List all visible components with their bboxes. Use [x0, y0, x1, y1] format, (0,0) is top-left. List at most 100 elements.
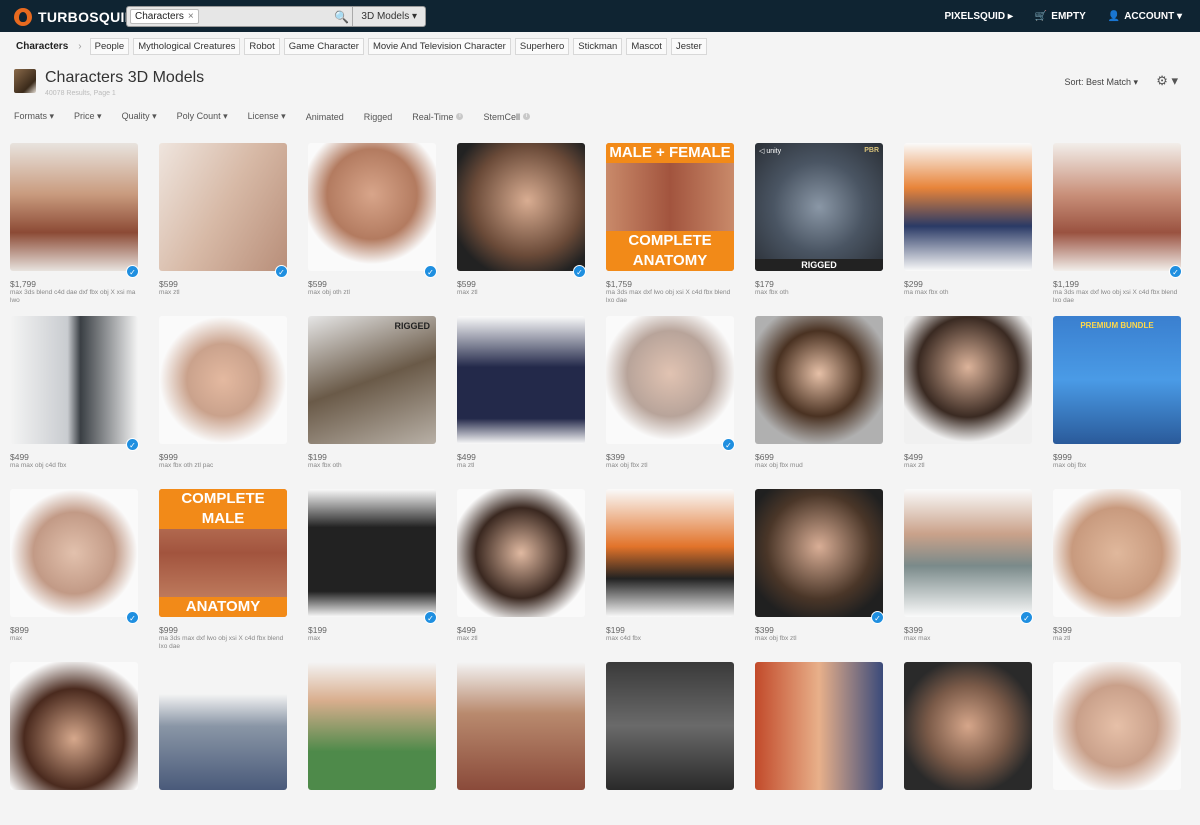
- product-thumbnail[interactable]: [606, 316, 734, 444]
- info-icon[interactable]: i: [456, 113, 464, 120]
- related-tag-stickman[interactable]: Stickman: [573, 37, 623, 55]
- account-menu[interactable]: 👤 ACCOUNT ▾: [1108, 11, 1182, 22]
- filter-animated[interactable]: Animated: [306, 111, 344, 122]
- product-thumbnail[interactable]: [10, 143, 138, 271]
- product-thumbnail[interactable]: [606, 662, 734, 790]
- product-card[interactable]: [596, 653, 744, 825]
- product-thumbnail[interactable]: [308, 662, 436, 790]
- product-card[interactable]: $1,199 ma 3ds max dxf lwo obj xsi X c4d f…: [1043, 134, 1191, 306]
- product-thumbnail[interactable]: [457, 662, 585, 790]
- filter-rigged[interactable]: Rigged: [364, 111, 393, 122]
- product-thumbnail[interactable]: [755, 316, 883, 444]
- product-card[interactable]: $999 max fbx oth ztl pac: [149, 307, 297, 479]
- product-card[interactable]: PREMIUM BUNDLE $999 max obj fbx: [1043, 307, 1191, 479]
- product-thumbnail[interactable]: PREMIUM BUNDLE: [1053, 316, 1181, 444]
- settings-gear-icon[interactable]: ⚙ ▾: [1156, 73, 1178, 89]
- product-thumbnail[interactable]: RIGGED: [308, 316, 436, 444]
- filter-stemcell[interactable]: StemCell i: [483, 111, 530, 122]
- product-card[interactable]: $399 max obj fbx ztl ✓: [745, 480, 893, 652]
- product-card[interactable]: [0, 653, 148, 825]
- product-thumbnail[interactable]: [159, 662, 287, 790]
- search-input[interactable]: [198, 8, 331, 25]
- pixelsquid-link[interactable]: PIXELSQUID ▸: [944, 11, 1012, 22]
- filter-license[interactable]: License ▾: [248, 111, 286, 122]
- search-icon[interactable]: 🔍: [331, 10, 353, 24]
- close-icon[interactable]: ×: [188, 10, 194, 23]
- product-card[interactable]: [745, 653, 893, 825]
- related-tag-movie-tv-character[interactable]: Movie And Television Character: [367, 37, 511, 55]
- cart-button[interactable]: 🛒 EMPTY: [1035, 11, 1086, 22]
- product-thumbnail[interactable]: [606, 489, 734, 617]
- product-card[interactable]: [894, 653, 1042, 825]
- product-card[interactable]: $499 max ztl: [894, 307, 1042, 479]
- top-navbar: TURBOSQUID Characters × 🔍 3D Models ▾ PI…: [0, 0, 1200, 32]
- product-card[interactable]: [1043, 653, 1191, 825]
- related-tag-mascot[interactable]: Mascot: [626, 37, 667, 55]
- product-card[interactable]: $599 max obj oth ztl ✓: [298, 134, 446, 306]
- product-card[interactable]: [447, 653, 595, 825]
- filter-price[interactable]: Price ▾: [74, 111, 102, 122]
- product-card[interactable]: $499 ma max obj c4d fbx ✓: [0, 307, 148, 479]
- product-thumbnail[interactable]: [904, 662, 1032, 790]
- product-card[interactable]: MALE + FEMALE COMPLETE ANATOMY $1,759 ma 3d…: [596, 134, 744, 306]
- product-thumbnail[interactable]: [755, 662, 883, 790]
- related-tag-mythological-creatures[interactable]: Mythological Creatures: [133, 37, 241, 55]
- related-tag-people[interactable]: People: [89, 37, 130, 55]
- product-card[interactable]: $499 max ztl: [447, 480, 595, 652]
- product-card[interactable]: $599 max ztl ✓: [149, 134, 297, 306]
- turbosquid-logo[interactable]: TURBOSQUID: [14, 8, 135, 26]
- product-thumbnail[interactable]: [457, 489, 585, 617]
- related-tag-robot[interactable]: Robot: [244, 37, 280, 55]
- filter-poly-count[interactable]: Poly Count ▾: [177, 111, 228, 122]
- product-thumbnail[interactable]: [457, 316, 585, 444]
- product-thumbnail[interactable]: [10, 662, 138, 790]
- product-card[interactable]: $1,799 max 3ds blend c4d dae dxf fbx obj …: [0, 134, 148, 306]
- product-thumbnail[interactable]: [904, 143, 1032, 271]
- product-card[interactable]: $199 max ✓: [298, 480, 446, 652]
- breadcrumb-current[interactable]: Characters: [10, 41, 74, 52]
- product-thumbnail[interactable]: [308, 143, 436, 271]
- product-card[interactable]: $299 ma max fbx oth: [894, 134, 1042, 306]
- related-tag-game-character[interactable]: Game Character: [283, 37, 364, 55]
- product-thumbnail[interactable]: [904, 316, 1032, 444]
- product-thumbnail[interactable]: RIGGED ◁ unity PBR: [755, 143, 883, 271]
- related-tag-jester[interactable]: Jester: [670, 37, 707, 55]
- product-card[interactable]: [149, 653, 297, 825]
- info-icon[interactable]: i: [522, 113, 530, 120]
- product-thumbnail[interactable]: [904, 489, 1032, 617]
- product-card[interactable]: COMPLETE MALE ANATOMY $999 ma 3ds max dxf l…: [149, 480, 297, 652]
- product-card[interactable]: $699 max obj fbx mud: [745, 307, 893, 479]
- sort-dropdown[interactable]: Sort: Best Match ▾: [1064, 77, 1138, 88]
- product-thumbnail[interactable]: [10, 316, 138, 444]
- product-price: $599: [308, 279, 327, 289]
- search-filter-chip[interactable]: Characters ×: [130, 9, 199, 24]
- product-thumbnail[interactable]: MALE + FEMALE COMPLETE ANATOMY: [606, 143, 734, 271]
- product-thumbnail[interactable]: [10, 489, 138, 617]
- search-category-dropdown[interactable]: 3D Models ▾: [352, 7, 425, 26]
- product-thumbnail[interactable]: [1053, 662, 1181, 790]
- product-thumbnail[interactable]: [457, 143, 585, 271]
- bundle-label: PREMIUM BUNDLE: [1080, 321, 1154, 330]
- product-thumbnail[interactable]: [159, 316, 287, 444]
- product-card[interactable]: $399 max obj fbx ztl ✓: [596, 307, 744, 479]
- related-tag-superhero[interactable]: Superhero: [514, 37, 570, 55]
- product-thumbnail[interactable]: [159, 143, 287, 271]
- product-thumbnail[interactable]: COMPLETE MALE ANATOMY: [159, 489, 287, 617]
- product-thumbnail[interactable]: [755, 489, 883, 617]
- product-card[interactable]: $399 max max ✓: [894, 480, 1042, 652]
- product-card[interactable]: [298, 653, 446, 825]
- product-price: $599: [457, 279, 476, 289]
- product-card[interactable]: $899 max ✓: [0, 480, 148, 652]
- filter-formats[interactable]: Formats ▾: [14, 111, 54, 122]
- filter-quality[interactable]: Quality ▾: [122, 111, 157, 122]
- product-card[interactable]: RIGGED $199 max fbx oth: [298, 307, 446, 479]
- product-thumbnail[interactable]: [1053, 489, 1181, 617]
- product-card[interactable]: RIGGED ◁ unity PBR $179 max fbx oth: [745, 134, 893, 306]
- filter-real-time[interactable]: Real-Time i: [412, 111, 464, 122]
- product-card[interactable]: $399 ma ztl: [1043, 480, 1191, 652]
- product-card[interactable]: $599 max ztl ✓: [447, 134, 595, 306]
- product-thumbnail[interactable]: [1053, 143, 1181, 271]
- product-card[interactable]: $499 ma ztl: [447, 307, 595, 479]
- product-thumbnail[interactable]: [308, 489, 436, 617]
- product-card[interactable]: $199 max c4d fbx: [596, 480, 744, 652]
